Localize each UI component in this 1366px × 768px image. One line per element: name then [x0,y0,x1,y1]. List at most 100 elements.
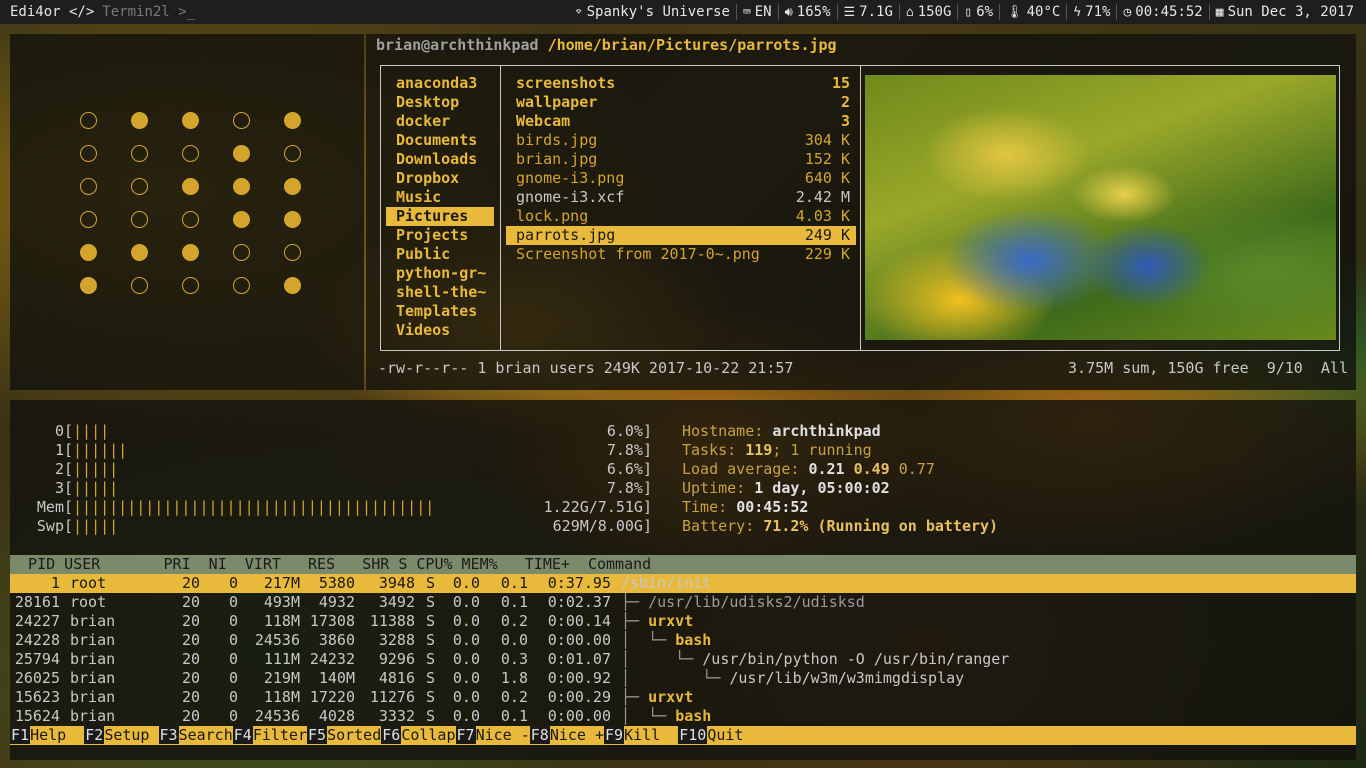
fkey-f1[interactable]: F1Help [10,726,84,745]
dir-name: docker [396,112,451,130]
process-row[interactable]: 1 root 20 0 217M 5380 3948 S 0.0 0.1 0:37.95/sbin/… [10,574,1356,593]
wifi-segment[interactable]: ⌔ Spanky's Universe [569,4,736,20]
volume-segment[interactable]: 🔊︎ 165% [777,4,837,20]
meter-bar: ||||| [73,460,119,478]
file-item[interactable]: brian.jpg 152 K [501,150,860,169]
process-table-header[interactable]: PID USER PRI NI VIRT RES SHR S CPU% MEM%… [10,555,1356,574]
directory-item[interactable]: screenshots 15 [501,74,860,93]
parent-dir-item[interactable]: anaconda3 [381,74,500,93]
command-text: urxvt [648,612,694,630]
temperature-segment: 🌡︎ 40°C [999,4,1066,20]
parent-dir-item[interactable]: Templates [381,302,500,321]
meter-bar: |||||| [73,441,128,459]
ranger-path: /home/brian/Pictures/parrots.jpg [547,36,837,54]
process-s: S [425,593,435,611]
tree-branch: │ └─ [621,650,703,668]
process-pid: 1 [50,574,60,592]
workspace-editor[interactable]: Edi4or </> [6,0,98,24]
meter-row: 3[||||| 7.8%] [30,479,652,498]
calendar-icon: ▦ [1215,4,1224,20]
process-row[interactable]: 24228 brian 20 0 24536 3860 3288 S 0.0 0.0 0:00.00… [10,631,1356,650]
process-pri: 20 [181,574,200,592]
parent-dir-item[interactable]: Public [381,245,500,264]
process-row[interactable]: 28161 root 20 0 493M 4932 3492 S 0.0 0.1 0:02.37 ├─… [10,593,1356,612]
file-item[interactable]: gnome-i3.xcf 2.42 M [501,188,860,207]
fkey-label: Filter [252,726,307,744]
file-item[interactable]: gnome-i3.png 640 K [501,169,860,188]
process-pid: 15623 [14,688,60,706]
current-directory-list[interactable]: screenshots 15 wallpaper 2 Webcam 3 birds.jpg 3… [501,66,861,350]
home-segment: ⌂ 150G [898,4,958,20]
parent-dir-item[interactable]: Downloads [381,150,500,169]
fkey-f7[interactable]: F7Nice - [455,726,530,745]
process-shr: 9296 [378,650,415,668]
dir-name: Videos [396,321,451,339]
dir-name: python-gr~ [396,264,487,282]
process-row[interactable]: 25794 brian 20 0 111M 24232 9296 S 0.0 0.3 0:01.07… [10,650,1356,669]
process-time: 0:02.37 [547,593,611,611]
parent-dir-item[interactable]: Dropbox [381,169,500,188]
clock-dot-on [80,277,97,294]
file-item[interactable]: Screenshot from 2017-0~.png 229 K [501,245,860,264]
fkey-f10[interactable]: F10Quit [678,726,743,745]
process-table[interactable]: PID USER PRI NI VIRT RES SHR S CPU% MEM%… [10,555,1356,726]
fkey-f4[interactable]: F4Filter [232,726,307,745]
fkey-f8[interactable]: F8Nice + [529,726,604,745]
directory-item[interactable]: Webcam 3 [501,112,860,131]
process-command: │ └─ bash [611,631,711,650]
memory-icon: ▯ [964,4,973,20]
parent-dir-item[interactable]: shell-the~ [381,283,500,302]
parent-dir-item[interactable]: Pictures [386,207,494,226]
process-res: 3860 [318,631,355,649]
workspace-terminal[interactable]: Termin2l >_ [98,0,199,24]
fkey-f3[interactable]: F3Search [158,726,233,745]
process-row[interactable]: 26025 brian 20 0 219M 140M 4816 S 0.0 1.8 0:00.92 │… [10,669,1356,688]
parent-dir-item[interactable]: Projects [381,226,500,245]
meter-row: 2[||||| 6.6%] [30,460,652,479]
fkey-f9[interactable]: F9Kill [604,726,678,745]
process-ni: 0 [228,574,238,592]
process-row[interactable]: 15624 brian 20 0 24536 4028 3332 S 0.0 0.1 0:00.00… [10,707,1356,726]
file-name: Screenshot from 2017-0~.png [516,245,760,263]
file-item[interactable]: parrots.jpg 249 K [506,226,856,245]
parent-dir-item[interactable]: docker [381,112,500,131]
htop-window[interactable]: 0[|||| 6.0%] 1[|||||| 7.8%] 2[||||| 6.6%] 3[||… [10,400,1356,760]
binary-clock-window[interactable] [10,34,364,390]
process-pid: 28161 [14,593,60,611]
process-row[interactable]: 24227 brian 20 0 118M 17308 11388 S 0.0 0.2 0:00.1… [10,612,1356,631]
database-icon: ☰ [843,4,856,20]
clock-dot-on [80,244,97,261]
parent-dir-item[interactable]: Documents [381,131,500,150]
file-name: gnome-i3.xcf [516,188,625,206]
process-pri: 20 [181,612,200,630]
date-segment[interactable]: ▦ Sun Dec 3, 2017 [1208,4,1360,20]
process-row[interactable]: 15623 brian 20 0 118M 17220 11276 S 0.0 0.2 0:00.2… [10,688,1356,707]
fkey-f6[interactable]: F6Collap [381,726,456,745]
parent-dir-item[interactable]: python-gr~ [381,264,500,283]
file-item[interactable]: birds.jpg 304 K [501,131,860,150]
parent-dir-item[interactable]: Music [381,188,500,207]
keyboard-segment[interactable]: ⌨ EN [735,4,778,20]
ranger-user: brian@archthinkpad [376,36,539,54]
volume-icon: 🔊︎ [784,4,793,20]
fkey-f2[interactable]: F2Setup [84,726,158,745]
parent-dir-item[interactable]: Desktop [381,93,500,112]
process-virt: 493M [263,593,300,611]
volume-value: 165% [796,4,831,20]
file-item[interactable]: lock.png 4.03 K [501,207,860,226]
fkey-label: Search [178,726,233,744]
process-command: │ └─ bash [611,707,711,726]
directory-item[interactable]: wallpaper 2 [501,93,860,112]
fkey-f5[interactable]: F5Sorted [307,726,381,745]
ranger-title: brian@archthinkpad /home/brian/Pictures/… [376,36,837,54]
process-virt: 111M [263,650,300,668]
process-cpu: 0.0 [452,612,480,630]
parent-dir-item[interactable]: Videos [381,321,500,340]
ranger-window[interactable]: brian@archthinkpad /home/brian/Pictures/… [366,34,1356,390]
process-virt: 118M [263,612,300,630]
parent-directory-list[interactable]: anaconda3 Desktop docker Documents Downloads… [381,66,501,350]
status-bar: Edi4or </> Termin2l >_ ⌔ Spanky's Univers… [0,0,1366,24]
clock-dot-off [80,112,97,129]
fkey-code: F7 [455,726,476,744]
memory-value: 6% [976,4,994,20]
